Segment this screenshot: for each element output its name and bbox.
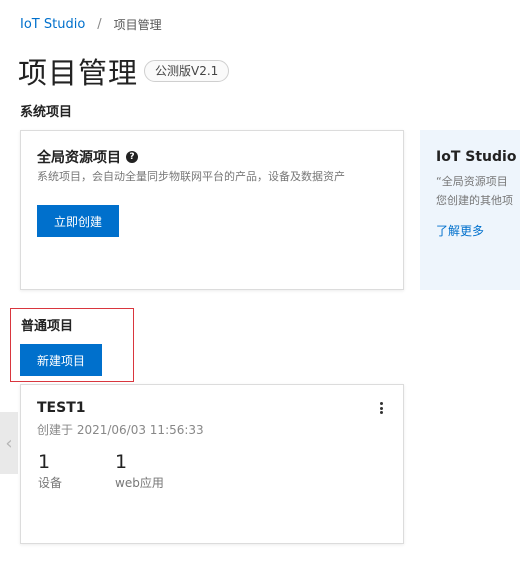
device-count: 1 bbox=[38, 451, 51, 473]
project-management-page: IoT Studio / 项目管理 项目管理 公测版V2.1 系统项目 全局资源… bbox=[0, 0, 520, 574]
learn-more-link[interactable]: 了解更多 bbox=[436, 222, 484, 239]
info-panel-line-1: “全局资源项目 bbox=[436, 175, 508, 188]
web-app-label: web应用 bbox=[115, 476, 164, 490]
breadcrumb-separator: / bbox=[97, 17, 102, 32]
breadcrumb-current: 项目管理 bbox=[113, 18, 162, 32]
global-resource-title: 全局资源项目 ? bbox=[37, 147, 138, 167]
info-panel: IoT Studio 全 “全局资源项目 您创建的其他项 了解更多 bbox=[420, 130, 520, 290]
project-card-test1[interactable]: TEST1 创建于 2021/06/03 11:56:33 1 设备 1 web… bbox=[20, 384, 404, 544]
breadcrumb: IoT Studio / 项目管理 bbox=[20, 16, 162, 33]
version-badge: 公测版V2.1 bbox=[144, 60, 230, 82]
title-row: 项目管理 公测版V2.1 bbox=[18, 50, 230, 92]
page-title: 项目管理 bbox=[18, 56, 139, 90]
project-name: TEST1 bbox=[37, 400, 86, 416]
highlight-box bbox=[10, 308, 134, 382]
global-resource-title-text: 全局资源项目 bbox=[37, 150, 121, 166]
system-projects-heading: 系统项目 bbox=[20, 105, 73, 120]
chevron-left-icon[interactable]: ‹ bbox=[0, 412, 18, 474]
breadcrumb-iot-studio-link[interactable]: IoT Studio bbox=[20, 17, 85, 32]
global-resource-description: 系统项目，会自动全量同步物联网平台的产品，设备及数据资产 bbox=[37, 170, 345, 183]
more-options-icon[interactable] bbox=[375, 400, 387, 416]
device-label: 设备 bbox=[38, 476, 63, 490]
web-app-count: 1 bbox=[115, 451, 128, 473]
info-panel-line-2: 您创建的其他项 bbox=[436, 194, 513, 207]
project-created-time: 创建于 2021/06/03 11:56:33 bbox=[37, 423, 204, 437]
help-icon[interactable]: ? bbox=[126, 151, 138, 163]
info-panel-title: IoT Studio 全 bbox=[436, 149, 520, 165]
global-resource-project-card: 全局资源项目 ? 系统项目，会自动全量同步物联网平台的产品，设备及数据资产 立即… bbox=[20, 130, 404, 290]
create-now-button[interactable]: 立即创建 bbox=[37, 205, 119, 237]
